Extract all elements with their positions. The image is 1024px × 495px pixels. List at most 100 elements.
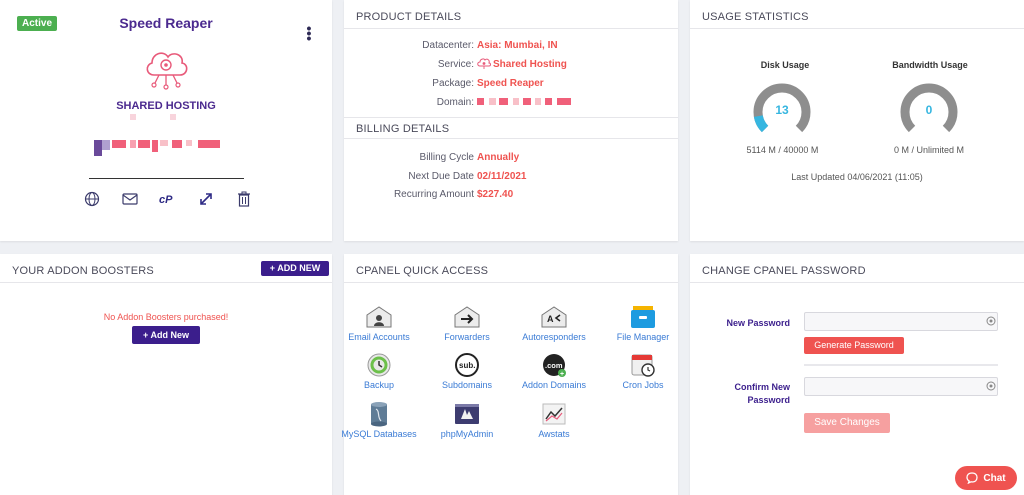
file-manager-link[interactable]: File Manager [603,304,683,342]
product-details-header: PRODUCT DETAILS [344,0,678,29]
billing-details-header: BILLING DETAILS [344,117,678,139]
autoresponders-link[interactable]: A Autoresponders [514,304,594,342]
chat-bubble-icon [966,472,979,484]
service-label: Service: [437,59,474,70]
next-due-label: Next Due Date [408,171,474,182]
billing-cycle-value: Annually [477,152,520,163]
mysql-databases-link[interactable]: MySQL Databases [339,401,419,439]
addon-domains-icon: .com + [540,352,568,378]
backup-label: Backup [363,380,395,390]
disk-usage-detail: 5114 M / 40000 M [746,145,819,155]
awstats-icon [540,401,568,427]
cpanel-quick-access-header: CPANEL QUICK ACCESS [344,254,678,283]
mysql-icon [365,401,393,427]
autoresponders-icon: A [540,304,568,330]
cron-jobs-icon [629,352,657,378]
datacenter-value: Asia: Mumbai, IN [477,40,558,51]
svg-text:.com: .com [545,361,563,370]
generate-password-button[interactable]: Generate Password [804,337,904,354]
redacted-domain [477,98,571,105]
change-password-card: CHANGE CPANEL PASSWORD New Password Gene… [690,254,1024,495]
chat-button[interactable]: Chat [955,466,1017,490]
datacenter-label: Datacenter: [422,40,474,51]
forwarders-icon [453,304,481,330]
svg-text:+: + [560,371,564,378]
change-password-header: CHANGE CPANEL PASSWORD [690,254,1024,283]
save-changes-button[interactable]: Save Changes [804,413,890,433]
product-details-list: Datacenter: Asia: Mumbai, IN Service: Sh… [344,40,678,120]
cron-jobs-label: Cron Jobs [622,380,664,390]
service-value: Shared Hosting [493,59,567,70]
awstats-link[interactable]: Awstats [514,401,594,439]
cron-jobs-link[interactable]: Cron Jobs [603,352,683,390]
disk-usage-value: 13 [775,103,789,117]
package-label: Package: [432,78,474,89]
mysql-databases-label: MySQL Databases [341,429,417,439]
awstats-label: Awstats [538,429,570,439]
recurring-amount-label: Recurring Amount [393,189,474,200]
chat-label: Chat [983,472,1006,484]
phpmyadmin-icon [453,401,481,427]
service-card: Active Speed Reaper ••• SHARED HOSTING [0,0,332,241]
next-due-value: 02/11/2021 [477,171,527,182]
subdomains-icon: sub. [453,352,481,378]
domain-label: Domain: [436,97,474,108]
svg-text:A: A [547,314,554,324]
service-cloud-icon [477,58,491,69]
subdomains-label: Subdomains [441,380,493,390]
addon-boosters-card: YOUR ADDON BOOSTERS + ADD NEW No Addon B… [0,254,332,495]
more-options-icon[interactable]: • • • [305,21,313,45]
phpmyadmin-link[interactable]: phpMyAdmin [427,401,507,439]
bandwidth-usage-detail: 0 M / Unlimited M [893,145,964,155]
phpmyadmin-label: phpMyAdmin [440,429,494,439]
no-addons-message: No Addon Boosters purchased! [103,312,229,322]
forwarders-label: Forwarders [444,332,490,342]
file-manager-label: File Manager [616,332,670,342]
addon-domains-label: Addon Domains [521,380,587,390]
add-new-button[interactable]: + Add New [132,326,200,344]
globe-icon[interactable] [83,190,101,208]
password-key-icon[interactable] [986,316,996,326]
cpanel-icon[interactable]: cP [159,190,177,208]
product-details-card: PRODUCT DETAILS Datacenter: Asia: Mumbai… [344,0,678,241]
add-new-addon-button[interactable]: + ADD NEW [261,261,329,276]
billing-cycle-label: Billing Cycle [419,152,474,163]
forwarders-link[interactable]: Forwarders [427,304,507,342]
svg-text:cP: cP [159,194,173,205]
confirm-password-input[interactable] [804,377,998,396]
file-manager-icon [629,304,657,330]
expand-icon[interactable] [197,190,215,208]
backup-link[interactable]: Backup [339,352,419,390]
confirm-password-key-icon[interactable] [986,381,996,391]
trash-icon[interactable] [235,190,253,208]
email-accounts-link[interactable]: Email Accounts [339,304,419,342]
last-updated-text: Last Updated 04/06/2021 (11:05) [791,172,923,182]
new-password-label: New Password [726,318,790,328]
redacted-domain-block [94,114,220,156]
bandwidth-usage-label: Bandwidth Usage [892,60,968,70]
billing-details-list: Billing Cycle Annually Next Due Date 02/… [344,152,678,212]
bandwidth-usage-value: 0 [925,103,933,117]
confirm-password-label: Confirm New Password [734,382,790,405]
subdomains-link[interactable]: sub. Subdomains [427,352,507,390]
package-value: Speed Reaper [477,78,544,89]
autoresponders-label: Autoresponders [522,332,586,342]
service-actions: cP [83,190,253,208]
addon-domains-link[interactable]: .com + Addon Domains [514,352,594,390]
disk-usage-label: Disk Usage [760,60,810,70]
mail-icon[interactable] [121,190,139,208]
recurring-amount-value: $227.40 [477,189,514,200]
divider [89,178,244,179]
usage-statistics-card: USAGE STATISTICS Disk Usage Bandwidth Us… [690,0,1024,241]
usage-statistics-header: USAGE STATISTICS [690,0,1024,29]
backup-icon [365,352,393,378]
email-accounts-label: Email Accounts [348,332,410,342]
service-name: Speed Reaper [119,15,213,31]
password-strength-bar [804,364,998,366]
service-type-title: SHARED HOSTING [116,100,216,112]
new-password-input[interactable] [804,312,998,331]
email-accounts-icon [365,304,393,330]
cpanel-quick-access-card: CPANEL QUICK ACCESS Email Accounts Forwa… [341,254,678,495]
cloud-hosting-icon [146,52,188,90]
svg-text:sub.: sub. [459,361,475,370]
